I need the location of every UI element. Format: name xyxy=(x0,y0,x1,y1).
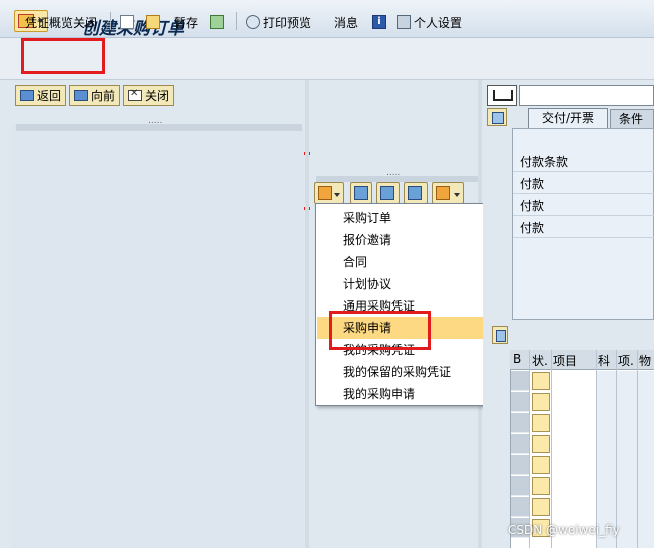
pane-divider[interactable] xyxy=(305,80,309,548)
left-splitter[interactable] xyxy=(16,116,302,131)
highlight-box-overview xyxy=(21,38,105,74)
find-button[interactable] xyxy=(404,182,428,204)
other-document-button[interactable] xyxy=(210,12,224,32)
row-selector[interactable] xyxy=(511,434,529,454)
binoculars-icon xyxy=(408,186,422,200)
close-label: 关闭 xyxy=(145,89,170,103)
info-icon: i xyxy=(372,15,386,29)
dropdown-arrow-icon xyxy=(334,193,340,197)
grid-column-divider xyxy=(551,350,552,548)
selection-variant-button[interactable] xyxy=(314,182,344,204)
personal-settings-label: 个人设置 xyxy=(414,15,463,30)
selection-variant-icon xyxy=(318,186,332,200)
payment-label: 付款 xyxy=(520,221,545,235)
dropdown-arrow-icon xyxy=(454,193,460,197)
tab-delivery-invoice[interactable]: 交付/开票 xyxy=(528,108,608,128)
copy-button[interactable] xyxy=(146,12,160,32)
print-preview-label: 打印预览 xyxy=(263,15,312,30)
menu-item[interactable]: 我的采购申请 xyxy=(317,383,493,405)
back-arrow-icon xyxy=(20,90,34,101)
grid-column-shaded xyxy=(617,371,637,548)
close-icon xyxy=(128,88,142,101)
payment-label: 付款 xyxy=(520,177,545,191)
row-selector[interactable] xyxy=(511,455,529,475)
row-selector[interactable] xyxy=(511,497,529,517)
field-divider xyxy=(513,215,654,216)
grid-column-divider xyxy=(529,350,530,548)
column-header[interactable]: 项. xyxy=(618,352,634,369)
grid-column-shaded xyxy=(638,371,654,548)
hold-label: 暂存 xyxy=(174,15,199,30)
column-header[interactable]: 状. xyxy=(532,352,548,369)
grid-column-shaded xyxy=(597,371,616,548)
highlight-box-pr xyxy=(329,311,431,350)
tab-conditions[interactable]: 条件 xyxy=(610,109,654,128)
messages-button[interactable]: 消息 xyxy=(334,12,358,32)
field-divider xyxy=(513,237,654,238)
info-button[interactable]: i xyxy=(372,12,386,32)
row-selector[interactable] xyxy=(511,476,529,496)
tree-icon xyxy=(210,15,224,29)
menu-item[interactable]: 报价邀请 xyxy=(317,229,493,251)
status-cell[interactable] xyxy=(532,414,550,432)
watermark: CSDN @weiwei_fiy xyxy=(508,523,620,537)
menu-item[interactable]: 我的保留的采购凭证 xyxy=(317,361,493,383)
new-document-icon xyxy=(120,15,134,29)
document-overview-off-button[interactable]: 凭证概览关闭 xyxy=(25,12,97,32)
menu-item[interactable]: 计划协议 xyxy=(317,273,493,295)
shopping-cart-button[interactable] xyxy=(487,85,517,106)
payment-label: 付款 xyxy=(520,199,545,213)
toolbar-separator xyxy=(110,12,111,30)
forward-arrow-icon xyxy=(74,90,88,101)
row-selector[interactable] xyxy=(511,371,529,391)
personal-settings-button[interactable]: 个人设置 xyxy=(397,12,462,32)
toolbar-separator xyxy=(236,12,237,30)
messages-label: 消息 xyxy=(334,15,359,30)
column-header[interactable]: 科 xyxy=(598,352,610,369)
row-selector[interactable] xyxy=(511,413,529,433)
column-header[interactable]: B xyxy=(513,352,521,366)
refresh-button[interactable] xyxy=(376,182,400,204)
print-preview-icon xyxy=(246,15,260,29)
menu-item[interactable]: 合同 xyxy=(317,251,493,273)
expand-items-button[interactable] xyxy=(492,326,508,344)
status-cell[interactable] xyxy=(532,435,550,453)
copy-icon xyxy=(146,15,160,29)
menu-item[interactable]: 采购订单 xyxy=(317,207,493,229)
copy-view-icon xyxy=(354,186,368,200)
status-cell[interactable] xyxy=(532,393,550,411)
field-divider xyxy=(513,193,654,194)
layout-icon xyxy=(436,186,450,200)
forward-button[interactable]: 向前 xyxy=(69,85,121,106)
document-overview-off-label: 凭证概览关闭 xyxy=(25,15,98,30)
copy-view-button[interactable] xyxy=(350,182,372,204)
document-overview-pane xyxy=(12,124,304,548)
print-preview-button[interactable]: 打印预览 xyxy=(246,12,311,32)
status-cell[interactable] xyxy=(532,372,550,390)
back-button[interactable]: 返回 xyxy=(15,85,67,106)
forward-label: 向前 xyxy=(91,89,116,103)
status-cell[interactable] xyxy=(532,477,550,495)
row-selector[interactable] xyxy=(511,392,529,412)
refresh-icon xyxy=(380,186,394,200)
status-cell[interactable] xyxy=(532,456,550,474)
layout-button[interactable] xyxy=(432,182,464,204)
close-button[interactable]: 关闭 xyxy=(123,85,175,106)
hold-button[interactable]: 暂存 xyxy=(174,12,198,32)
back-label: 返回 xyxy=(37,89,62,103)
column-header[interactable]: 物 xyxy=(639,352,651,369)
expand-header-button[interactable] xyxy=(487,108,507,126)
new-document-button[interactable] xyxy=(120,12,134,32)
selection-variant-menu: 采购订单 报价邀请 合同 计划协议 通用采购凭证 采购申请 我的采购凭证 我的保… xyxy=(315,203,495,406)
user-settings-icon xyxy=(397,15,411,29)
payment-terms-label: 付款条款 xyxy=(520,155,569,169)
column-header[interactable]: 项目 xyxy=(553,352,577,369)
status-cell[interactable] xyxy=(532,498,550,516)
field-divider xyxy=(513,171,654,172)
document-type-field[interactable] xyxy=(519,85,654,106)
